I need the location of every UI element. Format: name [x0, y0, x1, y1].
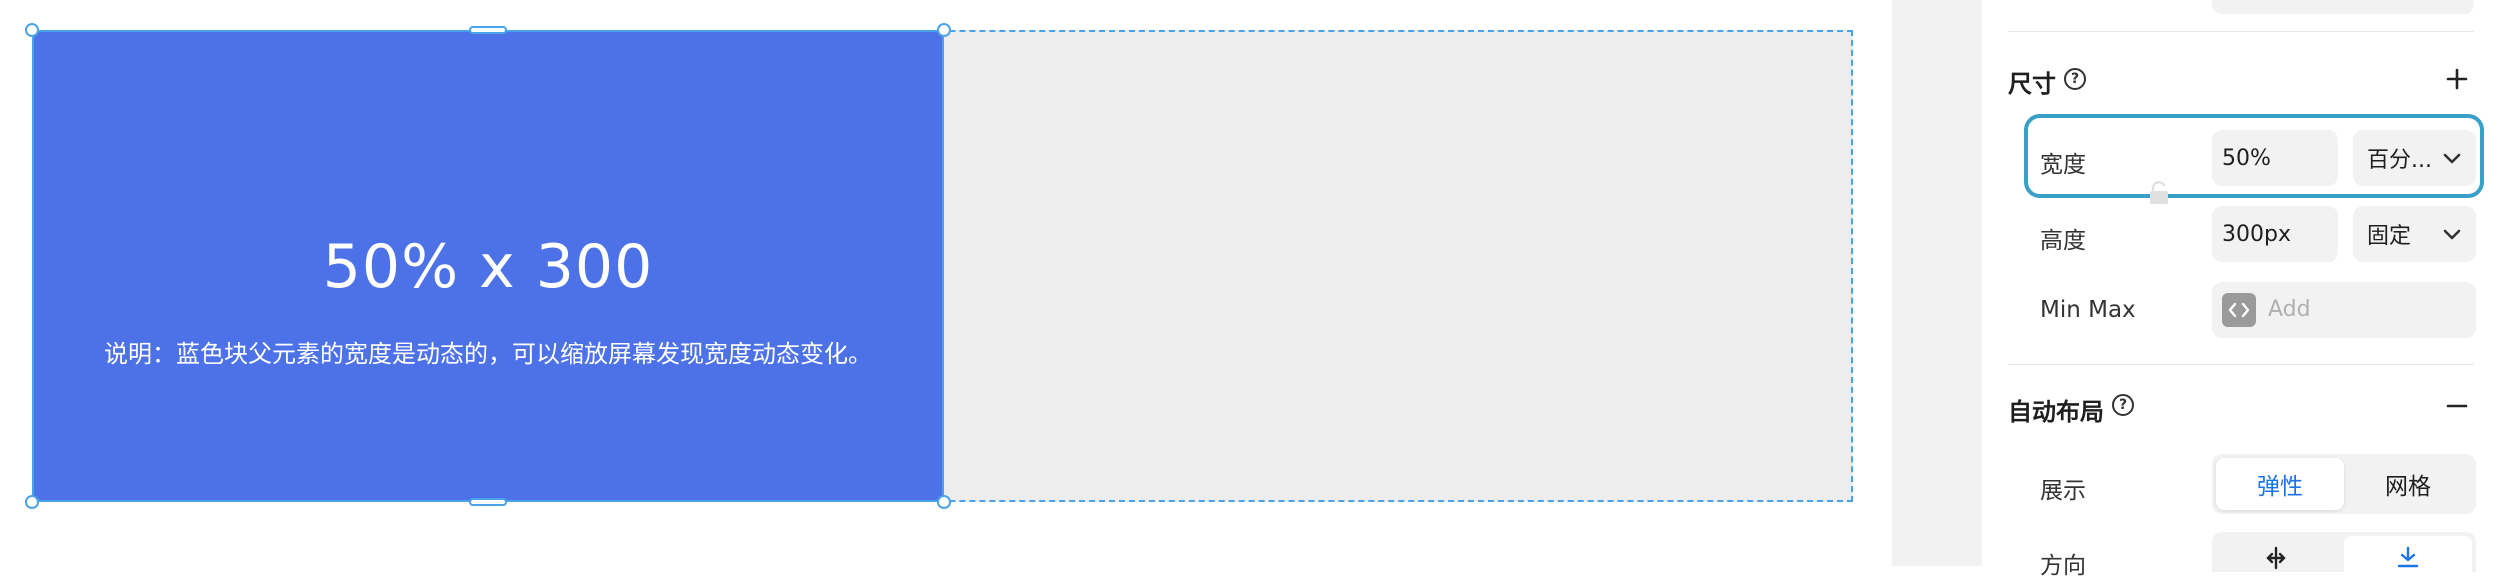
minmax-label: Min Max [2040, 297, 2136, 323]
height-label: 高度 [2040, 228, 2086, 254]
unlock-icon[interactable] [2147, 180, 2171, 206]
size-section-title: 尺寸 [2008, 70, 2056, 98]
direction-label: 方向 [2040, 553, 2086, 579]
section-divider [2008, 31, 2474, 32]
section-divider [2008, 364, 2474, 365]
height-mode-select[interactable]: 固定 [2353, 206, 2476, 262]
plus-icon[interactable] [2446, 68, 2468, 90]
code-icon [2222, 293, 2256, 327]
arrow-down-icon [2397, 546, 2419, 568]
display-option-grid[interactable]: 网格 [2344, 458, 2472, 510]
auto-layout-section-title: 自动布局 [2008, 398, 2104, 426]
height-input[interactable]: 300px [2212, 206, 2338, 262]
minmax-placeholder: Add [2268, 297, 2311, 322]
minus-icon[interactable] [2446, 395, 2468, 417]
resize-handle-top-right[interactable] [937, 23, 951, 37]
display-label: 展示 [2040, 478, 2086, 504]
design-canvas[interactable]: 50% x 300 说明：蓝色块父元素的宽度是动态的，可以缩放屏幕发现宽度动态变… [0, 0, 1892, 566]
display-segmented-control: 弹性 网格 [2212, 454, 2476, 514]
resize-handle-top-left[interactable] [25, 23, 39, 37]
question-circle-icon[interactable]: ? [2112, 394, 2134, 416]
minmax-input[interactable]: Add [2212, 282, 2476, 338]
width-mode-value: 百分... [2367, 148, 2432, 173]
direction-segmented-control [2212, 532, 2476, 576]
question-circle-icon[interactable]: ? [2064, 68, 2086, 90]
height-mode-value: 固定 [2367, 224, 2412, 249]
properties-panel: 尺寸 ? 宽度 50% 百分... 高度 300px 固定 Min Max Ad… [1982, 0, 2500, 579]
arrow-horizontal-icon[interactable] [2264, 546, 2288, 570]
blue-block-element[interactable]: 50% x 300 说明：蓝色块父元素的宽度是动态的，可以缩放屏幕发现宽度动态变… [32, 30, 944, 502]
canvas-panel-gutter [1892, 0, 1982, 566]
height-value: 300px [2222, 221, 2291, 247]
width-mode-select[interactable]: 百分... [2353, 130, 2476, 186]
width-value: 50% [2222, 145, 2271, 171]
resize-handle-bottom[interactable] [469, 498, 507, 506]
chevron-down-icon [2443, 229, 2461, 240]
width-input[interactable]: 50% [2212, 130, 2338, 186]
block-size-title: 50% x 300 [322, 232, 654, 302]
chevron-down-icon [2443, 153, 2461, 164]
previous-field-remnant [2212, 0, 2474, 14]
width-label: 宽度 [2040, 152, 2086, 178]
resize-handle-top[interactable] [469, 26, 507, 34]
direction-option-vertical[interactable] [2344, 536, 2472, 576]
block-description: 说明：蓝色块父元素的宽度是动态的，可以缩放屏幕发现宽度动态变化。 [104, 340, 872, 368]
resize-handle-bottom-right[interactable] [937, 495, 951, 509]
display-option-flex[interactable]: 弹性 [2216, 458, 2344, 510]
resize-handle-bottom-left[interactable] [25, 495, 39, 509]
